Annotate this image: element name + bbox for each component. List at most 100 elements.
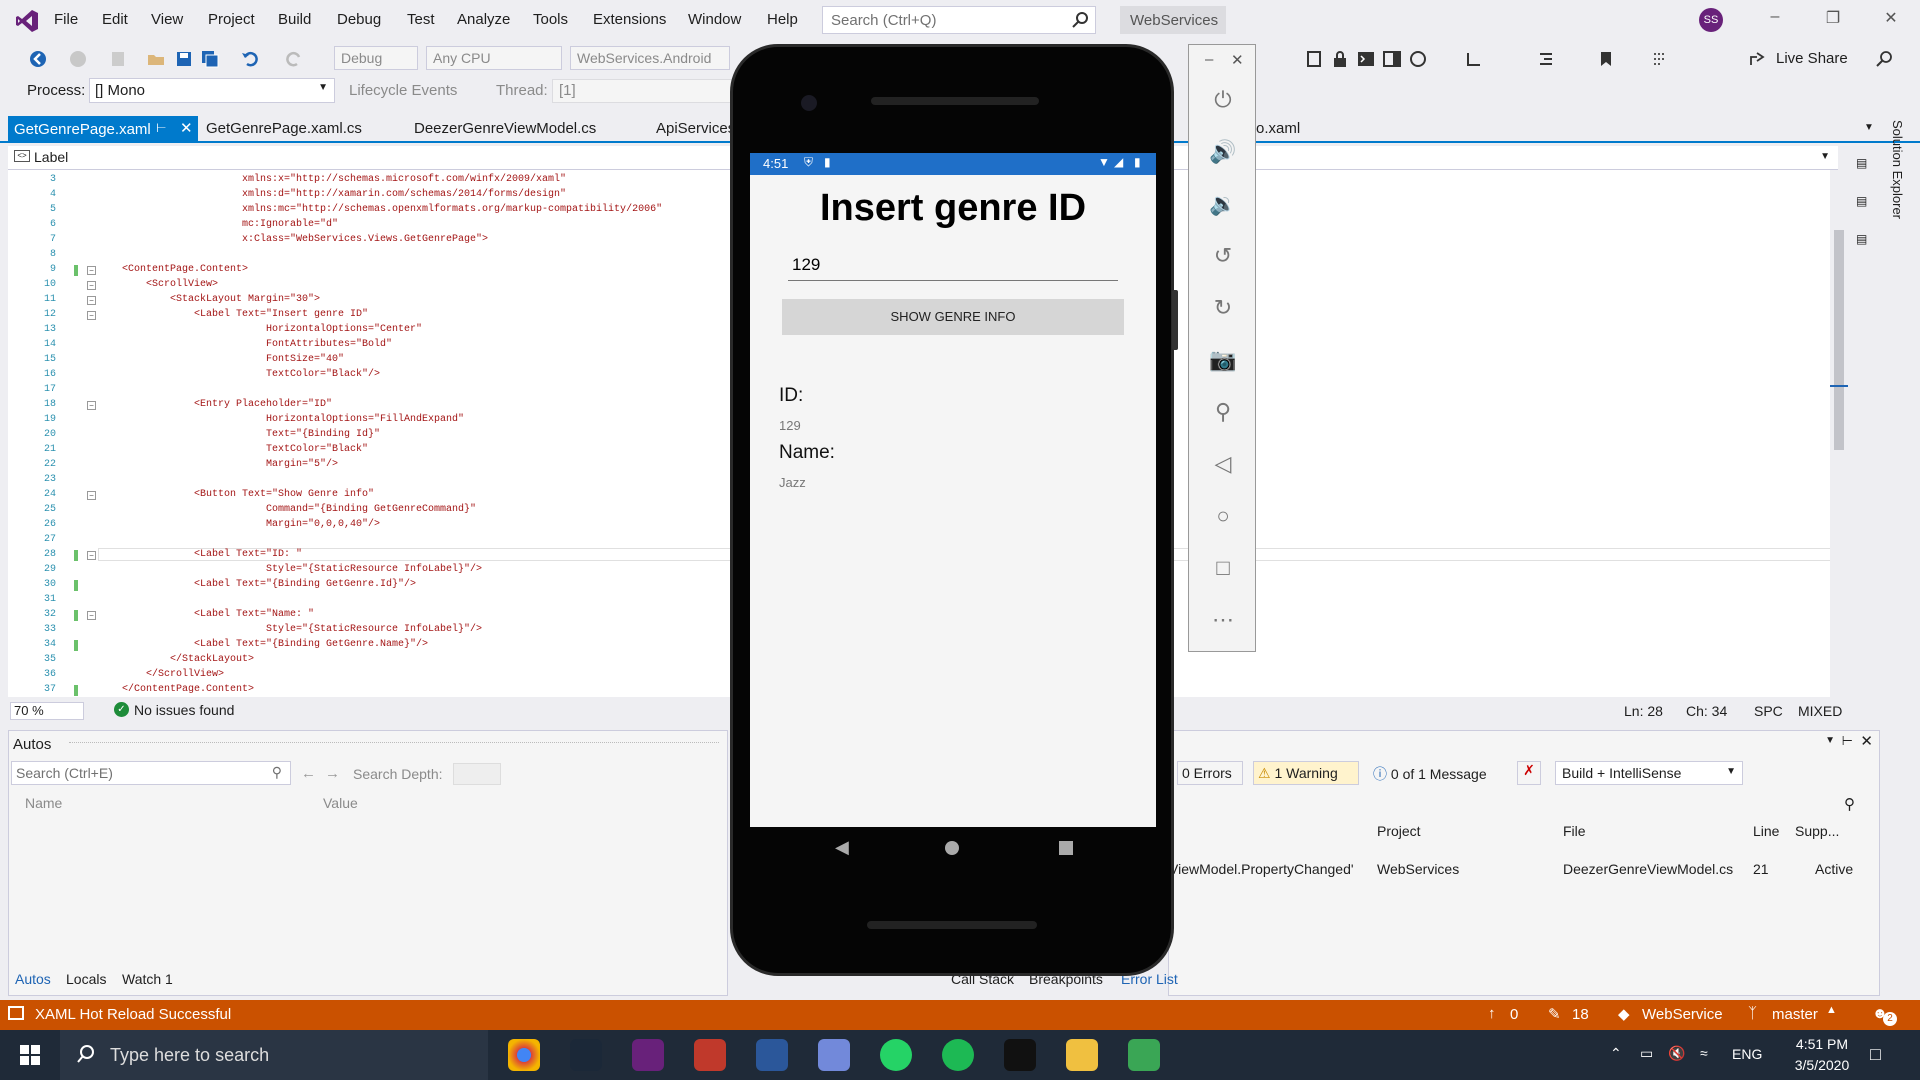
unpushed-count[interactable]: 0	[1510, 1006, 1518, 1023]
messages-filter-button[interactable]: ⓘ 0 of 1 Message	[1369, 761, 1505, 785]
avatar[interactable]: SS	[1699, 8, 1723, 32]
warnings-filter-button[interactable]: ⚠ 1 Warning	[1253, 761, 1359, 785]
tab-other-xaml[interactable]: o.xaml	[1256, 120, 1300, 137]
close-icon[interactable]: ✕	[1876, 8, 1906, 32]
language-indicator[interactable]: ENG	[1732, 1046, 1762, 1062]
tab-getgenrepage-xaml[interactable]: GetGenrePage.xaml ⊢ ✕	[8, 116, 198, 143]
close-icon[interactable]: ✕	[1231, 51, 1244, 69]
startup-project-dropdown[interactable]: WebServices.Android	[570, 46, 730, 70]
lock-icon[interactable]	[1330, 49, 1350, 69]
properties-icon[interactable]: ▤	[1856, 194, 1867, 208]
code-line[interactable]: FontAttributes="Bold"	[266, 339, 392, 350]
open-folder-icon[interactable]	[146, 49, 166, 69]
tab-autos[interactable]: Autos	[15, 971, 51, 987]
overview-icon[interactable]: □	[1209, 555, 1237, 583]
thread-dropdown[interactable]: [1]	[552, 79, 732, 103]
code-line[interactable]: </StackLayout>	[170, 654, 254, 665]
feedback-icon[interactable]	[1874, 49, 1894, 69]
code-line[interactable]: xmlns:d="http://xamarin.com/schemas/2014…	[242, 189, 566, 200]
code-line[interactable]: Margin="5"/>	[266, 459, 338, 470]
menu-analyze[interactable]: Analyze	[457, 11, 510, 28]
nav-recents-icon[interactable]	[1059, 841, 1073, 855]
wifi-icon[interactable]: ≈	[1700, 1045, 1708, 1061]
chevron-down-icon[interactable]: ▼	[1825, 735, 1835, 746]
code-line[interactable]: xmlns:mc="http://schemas.openxmlformats.…	[242, 204, 662, 215]
menu-project[interactable]: Project	[208, 11, 255, 28]
code-line[interactable]: <Label Text="ID: "	[194, 549, 302, 560]
line-ending-indicator[interactable]: MIXED	[1798, 703, 1842, 719]
code-line[interactable]: <ScrollView>	[146, 279, 218, 290]
forward-icon[interactable]	[68, 49, 88, 69]
lifecycle-events-button[interactable]: Lifecycle Events	[349, 82, 457, 99]
menu-debug[interactable]: Debug	[337, 11, 381, 28]
code-line[interactable]: HorizontalOptions="FillAndExpand"	[266, 414, 464, 425]
branch-icon[interactable]: ᛉ	[1748, 1005, 1757, 1022]
code-line[interactable]: <Label Text="{Binding GetGenre.Name}"/>	[194, 639, 428, 650]
fold-toggle-icon[interactable]: −	[87, 551, 96, 560]
process-dropdown[interactable]: [] Mono ▼	[89, 78, 335, 103]
menu-window[interactable]: Window	[688, 11, 741, 28]
changes-count[interactable]: 18	[1572, 1006, 1589, 1023]
save-icon[interactable]	[174, 49, 194, 69]
app-icon[interactable]	[694, 1039, 726, 1071]
back-arrow-icon[interactable]: ←	[301, 765, 316, 782]
pencil-icon[interactable]: ✎	[1548, 1005, 1561, 1023]
repo-name[interactable]: WebService	[1642, 1006, 1723, 1023]
code-line[interactable]: FontSize="40"	[266, 354, 344, 365]
whatsapp-icon[interactable]	[880, 1039, 912, 1071]
column-header-project[interactable]: Project	[1377, 823, 1421, 839]
device-screen[interactable]: 4:51 ⛨ ▮ ▼ ◢ ▮ Insert genre ID 129 SHOW …	[750, 153, 1156, 827]
save-all-icon[interactable]	[200, 49, 220, 69]
code-line[interactable]: </ContentPage.Content>	[122, 684, 254, 695]
column-header-name[interactable]: Name	[25, 795, 62, 811]
tab-watch-1[interactable]: Watch 1	[122, 971, 173, 987]
code-line[interactable]: x:Class="WebServices.Views.GetGenrePage"…	[242, 234, 488, 245]
discord-icon[interactable]	[818, 1039, 850, 1071]
search-input[interactable]: Search (Ctrl+Q)	[822, 6, 1096, 34]
camera-icon[interactable]: 📷	[1209, 347, 1237, 375]
emulator-taskbar-icon[interactable]	[1128, 1039, 1160, 1071]
show-genre-info-button[interactable]: SHOW GENRE INFO	[782, 299, 1124, 335]
clear-filter-icon[interactable]: ✗	[1517, 761, 1541, 785]
zoom-icon[interactable]: ⚲	[1209, 399, 1237, 427]
editor-scrollbar[interactable]	[1830, 170, 1848, 697]
code-line[interactable]: </ScrollView>	[146, 669, 224, 680]
layout-icon[interactable]	[1382, 49, 1402, 69]
nav-home-icon[interactable]	[945, 841, 959, 855]
zoom-dropdown[interactable]: 70 %	[10, 702, 84, 720]
forward-arrow-icon[interactable]: →	[325, 765, 340, 782]
solution-explorer-tab[interactable]: Solution Explorer	[1890, 120, 1905, 219]
code-line[interactable]: <StackLayout Margin="30">	[170, 294, 320, 305]
menu-tools[interactable]: Tools	[533, 11, 568, 28]
live-share-button[interactable]: Live Share	[1776, 50, 1848, 67]
volume-muted-icon[interactable]: 🔇	[1668, 1045, 1685, 1062]
code-line[interactable]: Command="{Binding GetGenreCommand}"	[266, 504, 476, 515]
minimize-icon[interactable]: –	[1760, 8, 1790, 32]
code-line[interactable]: <Button Text="Show Genre info"	[194, 489, 374, 500]
code-line[interactable]: <Label Text="{Binding GetGenre.Id}"/>	[194, 579, 416, 590]
fold-toggle-icon[interactable]: −	[87, 611, 96, 620]
code-line[interactable]: <ContentPage.Content>	[122, 264, 248, 275]
volume-down-icon[interactable]: 🔉	[1209, 191, 1237, 219]
nav-back-icon[interactable]: ◀	[835, 837, 849, 858]
tab-overflow-icon[interactable]: ▼	[1864, 122, 1874, 133]
menu-file[interactable]: File	[54, 11, 78, 28]
errors-filter-button[interactable]: 0 Errors	[1177, 761, 1243, 785]
toolbox-icon[interactable]: ▤	[1856, 232, 1867, 246]
web-icon[interactable]	[1408, 49, 1428, 69]
fold-toggle-icon[interactable]: −	[87, 296, 96, 305]
close-panel-icon[interactable]: ✕	[1860, 732, 1873, 750]
pin-icon[interactable]: ⊢	[1842, 733, 1853, 749]
genre-id-entry[interactable]: 129	[788, 255, 1118, 281]
live-share-icon[interactable]	[1748, 49, 1768, 69]
device-icon[interactable]	[1304, 49, 1324, 69]
minimize-icon[interactable]: –	[1205, 51, 1213, 68]
column-header-file[interactable]: File	[1563, 823, 1586, 839]
menu-help[interactable]: Help	[767, 11, 798, 28]
code-line[interactable]: Style="{StaticResource InfoLabel}"/>	[266, 624, 482, 635]
back-icon[interactable]	[28, 49, 48, 69]
whitespace-indicator[interactable]: SPC	[1754, 703, 1783, 719]
fold-toggle-icon[interactable]: −	[87, 311, 96, 320]
tab-locals[interactable]: Locals	[66, 971, 106, 987]
redo-icon[interactable]	[284, 49, 304, 69]
